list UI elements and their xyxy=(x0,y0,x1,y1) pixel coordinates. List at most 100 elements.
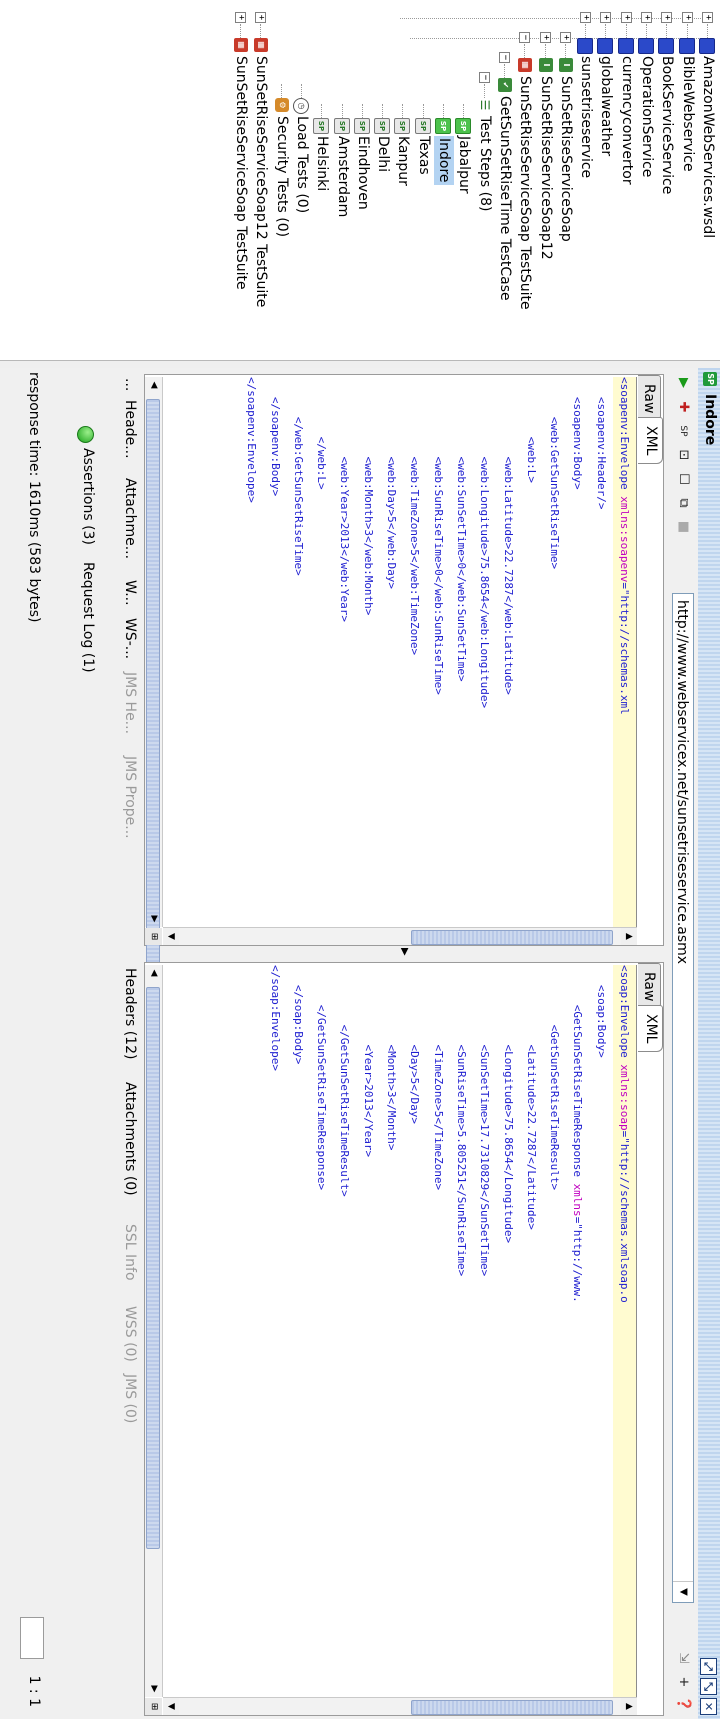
line-numbers-toggle-icon[interactable]: ⊞ xyxy=(145,1698,162,1715)
response-xml-editor[interactable]: <soap:Envelope xmlns:soap="http://schema… xyxy=(163,965,637,1697)
tab-assertions[interactable]: Assertions (3) xyxy=(80,448,96,545)
tab-wsa[interactable]: W... xyxy=(122,580,138,606)
zoom-input[interactable] xyxy=(20,1617,44,1659)
tree-row[interactable]: + globalweather xyxy=(597,0,617,360)
request-vertical-scrollbar[interactable]: ▲ ▼ xyxy=(163,927,637,945)
clone-request-button[interactable]: SP xyxy=(674,422,692,440)
copy-request-button[interactable]: ⧉ xyxy=(674,494,692,512)
recreate-request-button[interactable]: ☐ xyxy=(674,470,692,488)
tab-jms[interactable]: JMS (0) xyxy=(122,1374,138,1423)
expand-icon[interactable]: + xyxy=(620,12,632,23)
close-icon[interactable]: ✕ xyxy=(700,1698,717,1715)
expand-icon[interactable]: − xyxy=(519,32,531,43)
tree-row[interactable]: + AmazonWebServices.wsdl xyxy=(698,0,718,360)
request-xml-editor[interactable]: <soapenv:Envelope xmlns:soapenv="http://… xyxy=(163,377,637,927)
tab-ssl-info[interactable]: SSL Info xyxy=(122,1224,138,1281)
response-horizontal-scrollbar[interactable]: ◀ ▶ xyxy=(145,965,163,1697)
xml-line: <web:Year>2013</web:Year> xyxy=(338,456,352,623)
tree-row[interactable]: SP Texas xyxy=(414,0,434,360)
tab-more[interactable]: ... xyxy=(122,378,138,391)
tree-row[interactable]: + BibleWebservice xyxy=(678,0,698,360)
expand-icon[interactable]: + xyxy=(600,12,612,23)
tree-row[interactable]: + ▦ SunSetRiseServiceSoap TestSuite xyxy=(231,0,251,360)
tab-attachments[interactable]: Attachments (0) xyxy=(122,1082,138,1196)
tree-row[interactable]: + BookServiceService xyxy=(657,0,677,360)
tree-row[interactable]: SP Helsinki xyxy=(312,0,332,360)
scroll-down-icon[interactable]: ▼ xyxy=(163,1698,179,1715)
request-horizontal-scrollbar[interactable]: ◀ ▶ xyxy=(145,377,163,1081)
create-empty-request-button[interactable]: ⊡ xyxy=(674,446,692,464)
expand-icon[interactable]: + xyxy=(559,32,571,43)
navigator-tree[interactable]: + AmazonWebServices.wsdl + BibleWebservice +… xyxy=(0,0,720,360)
scroll-down-icon[interactable]: ▼ xyxy=(163,928,179,945)
expand-icon[interactable]: + xyxy=(661,12,673,23)
tree-row[interactable]: SP Jabalpur xyxy=(454,0,474,360)
tab-xml[interactable]: XML xyxy=(638,417,663,465)
maximize-icon[interactable]: ⤢ xyxy=(700,1658,717,1675)
expand-icon[interactable]: + xyxy=(235,12,247,23)
minimize-icon[interactable]: ⤡ xyxy=(700,1678,717,1695)
tree-row[interactable]: SP Kanpur xyxy=(394,0,414,360)
tree-row[interactable]: SP Eindhoven xyxy=(353,0,373,360)
add-to-testcase-button[interactable]: ✚ xyxy=(674,398,692,416)
soap-request-step-icon: SP xyxy=(394,118,411,134)
tree-row[interactable]: SP Amsterdam xyxy=(333,0,353,360)
xml-line: <SunSetTime>17.7310829</SunSetTime> xyxy=(478,1044,492,1277)
scroll-left-icon[interactable]: ◀ xyxy=(145,377,162,393)
tree-row[interactable]: + I SunSetRiseServiceSoap12 xyxy=(536,0,556,360)
split-toggle-icon[interactable]: ▶ xyxy=(399,948,410,956)
tab-jms-properties[interactable]: JMS Prope... xyxy=(122,756,138,839)
scroll-right-icon[interactable]: ▶ xyxy=(145,911,162,927)
scroll-thumb[interactable] xyxy=(146,987,160,1549)
tree-row[interactable]: − ☰ Test Steps (8) xyxy=(475,0,495,360)
tree-row[interactable]: SP Indore xyxy=(434,0,455,360)
tab-raw[interactable]: Raw xyxy=(638,375,661,423)
tab-headers[interactable]: Heade... xyxy=(122,400,138,459)
tab-wsrm[interactable]: WS-... xyxy=(122,618,138,659)
tree-connector xyxy=(564,44,566,58)
tree-connector xyxy=(504,64,505,78)
expand-icon[interactable]: − xyxy=(499,52,510,63)
scroll-thumb[interactable] xyxy=(411,930,613,945)
scroll-right-icon[interactable]: ▶ xyxy=(145,1681,162,1697)
scroll-up-icon[interactable]: ▲ xyxy=(621,928,637,945)
tree-row[interactable]: − ✔ GetSunSetRiseTime TestCase xyxy=(495,0,515,360)
add-icon[interactable]: + xyxy=(674,1673,692,1691)
expand-icon[interactable]: − xyxy=(478,72,490,83)
expand-icon[interactable]: + xyxy=(681,12,693,23)
response-vertical-scrollbar[interactable]: ▲ ▼ xyxy=(163,1697,637,1715)
tree-row[interactable]: + sunsetriseservice xyxy=(576,0,596,360)
expand-icon[interactable]: + xyxy=(539,32,551,43)
tab-headers[interactable]: Headers (12) xyxy=(122,968,138,1059)
xml-line: <GetSunSetRiseTimeResponse xmlns="http:/… xyxy=(571,1004,585,1303)
tree-row[interactable]: SP Delhi xyxy=(373,0,393,360)
expand-icon[interactable]: + xyxy=(255,12,267,23)
tree-row[interactable]: + I SunSetRiseServiceSoap xyxy=(556,0,576,360)
help-icon[interactable]: ❓ xyxy=(674,1695,692,1713)
xml-line: <soap:Body> xyxy=(594,984,608,1058)
expand-icon[interactable]: + xyxy=(702,12,713,23)
line-numbers-toggle-icon[interactable]: ⊞ xyxy=(145,928,162,945)
scroll-left-icon[interactable]: ◀ xyxy=(145,965,162,981)
endpoint-combobox[interactable]: http://www.webservicex.net/sunsetriseser… xyxy=(672,593,694,1603)
expand-icon[interactable]: + xyxy=(580,12,592,23)
arrange-icon[interactable]: ⇲ xyxy=(674,1649,692,1667)
tree-row[interactable]: ◷ Load Tests (0) xyxy=(292,0,312,360)
tree-row[interactable]: + ▦ SunSetRiseServiceSoap12 TestSuite xyxy=(251,0,271,360)
cancel-request-button[interactable]: ■ xyxy=(674,518,692,536)
tree-row[interactable]: + OperationService xyxy=(637,0,657,360)
tree-row[interactable]: ⚙ Security Tests (0) xyxy=(272,0,292,360)
tab-raw[interactable]: Raw xyxy=(638,963,661,1011)
tree-row[interactable]: − ▦ SunSetRiseServiceSoap TestSuite xyxy=(515,0,535,360)
scroll-up-icon[interactable]: ▲ xyxy=(621,1698,637,1715)
tab-request-log[interactable]: Request Log (1) xyxy=(80,562,96,673)
tab-wss[interactable]: WSS (0) xyxy=(122,1306,138,1362)
submit-request-button[interactable]: ▶ xyxy=(674,374,692,392)
tree-row[interactable]: + currencyconvertor xyxy=(617,0,637,360)
expand-icon[interactable]: + xyxy=(641,12,653,23)
chevron-down-icon[interactable]: ▼ xyxy=(673,1581,693,1602)
tab-xml[interactable]: XML xyxy=(638,1005,663,1053)
tab-jms-headers[interactable]: JMS He... xyxy=(122,672,138,734)
tab-attachments[interactable]: Attachme... xyxy=(122,478,138,559)
scroll-thumb[interactable] xyxy=(411,1700,613,1715)
